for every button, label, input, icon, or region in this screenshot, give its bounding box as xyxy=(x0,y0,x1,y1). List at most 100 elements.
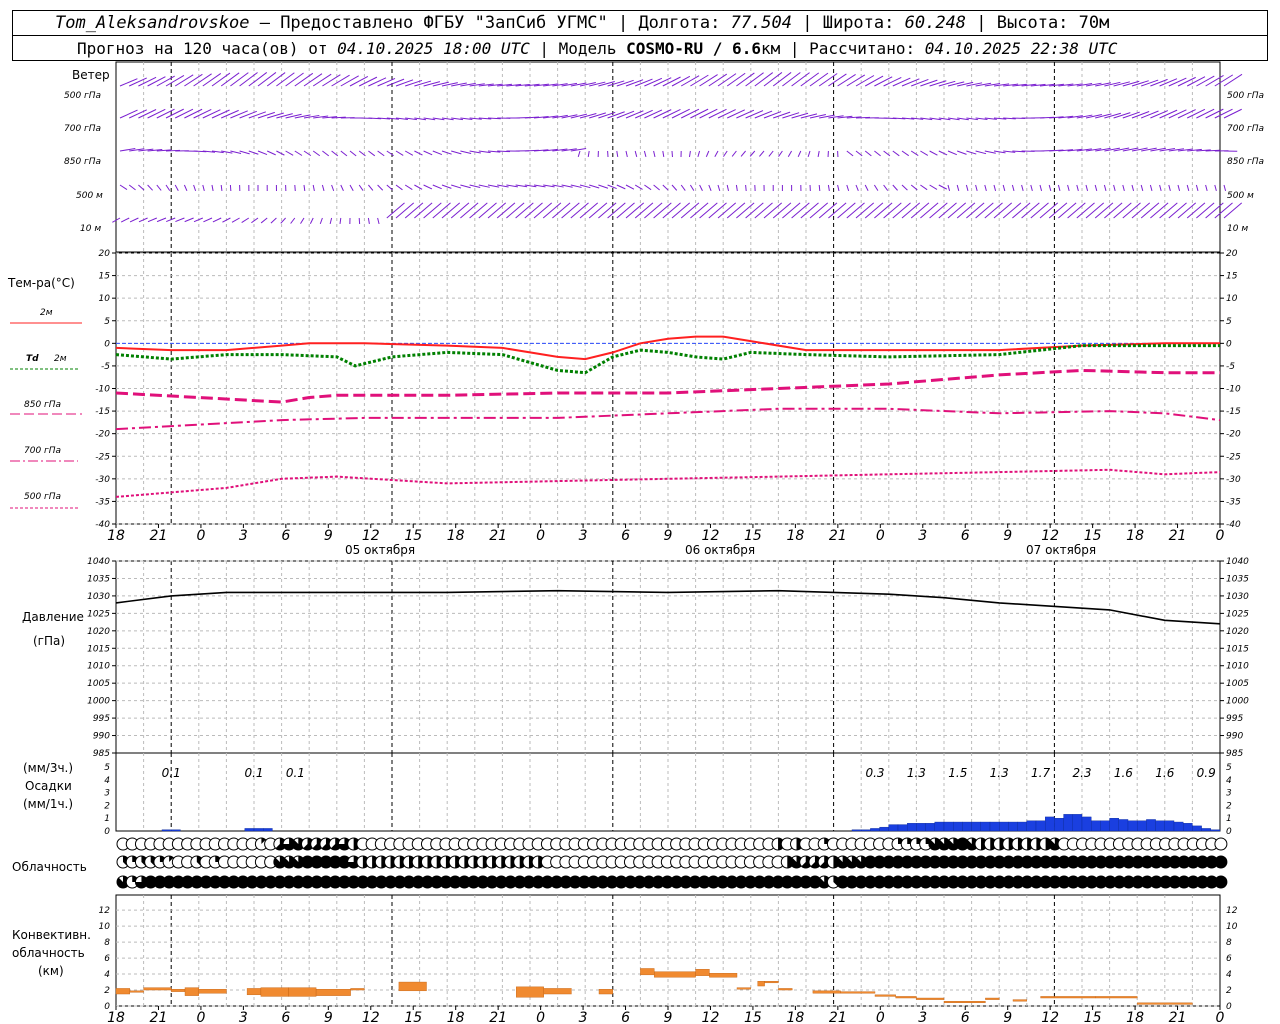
cloud-symbol xyxy=(1214,855,1228,869)
wind-barb xyxy=(920,202,939,219)
wind-barb xyxy=(1085,184,1089,192)
wind-barb xyxy=(680,184,686,191)
wind-barb xyxy=(1085,202,1105,219)
temp-ytick-label-left: -25 xyxy=(95,452,110,462)
wind-barb xyxy=(993,184,997,192)
wind-barb xyxy=(1223,73,1243,87)
wind-barb xyxy=(1196,202,1215,219)
convective-bar xyxy=(315,989,351,996)
pressure-ytick-label-left: 1010 xyxy=(87,662,110,672)
wind-barb xyxy=(634,184,643,190)
pressure-ytick-label-right: 1035 xyxy=(1226,574,1249,584)
wind-barb xyxy=(837,202,856,219)
wind-barb xyxy=(717,202,737,219)
convective-bar xyxy=(757,981,765,987)
convective-bar xyxy=(516,986,545,998)
pressure-ytick-label-left: 1000 xyxy=(87,697,110,707)
wind-barb xyxy=(266,150,276,156)
wind-barb xyxy=(1186,108,1206,119)
wind-barb xyxy=(542,202,562,219)
temp-ytick-label-right: -40 xyxy=(1226,520,1241,530)
wind-level-1: 500 гПа xyxy=(64,91,101,101)
wind-barb xyxy=(598,184,609,189)
wind-barb xyxy=(1140,184,1144,192)
precip-bar xyxy=(1155,820,1165,832)
wind-barb xyxy=(688,150,691,158)
temp-ytick-label-right: 10 xyxy=(1226,294,1238,304)
precip-bar xyxy=(925,823,935,832)
wind-barb xyxy=(763,72,783,87)
legend-700-label: 700 гПа xyxy=(24,446,61,456)
pressure-ytick-label-left: 1020 xyxy=(87,627,110,637)
wind-barb xyxy=(873,184,879,191)
wind-barb xyxy=(1012,202,1031,219)
wind-barb xyxy=(260,217,268,224)
wind-barb xyxy=(322,150,330,157)
temperature-plot: 20 20 15 15 10 10 5 5 0 0 -5 -5 -10 -10 -15 -15 -20 -20 -2… xyxy=(95,249,1241,530)
wind-barb xyxy=(901,202,921,219)
precip-bar xyxy=(971,821,981,832)
precip-bar xyxy=(1017,821,1027,832)
wind-barb xyxy=(1122,184,1125,192)
precip-bar xyxy=(1090,820,1101,832)
wind-barb xyxy=(321,184,325,192)
x-tick-label-bottom: 18 xyxy=(447,1010,465,1024)
wind-barb xyxy=(901,150,910,157)
wind-barb xyxy=(717,73,737,87)
wind-barb xyxy=(487,202,507,219)
x-tick-label: 12 xyxy=(702,528,720,544)
wind-barb xyxy=(947,184,951,192)
precip-bar xyxy=(161,829,172,832)
wind-barb xyxy=(708,184,712,192)
wind-barb xyxy=(1177,76,1196,87)
temp-ytick-label-right: -20 xyxy=(1226,430,1241,440)
wind-barb xyxy=(680,75,700,87)
x-tick-label: 18 xyxy=(1126,528,1144,544)
temp-ytick-label-left: 20 xyxy=(99,249,111,259)
wind-barb xyxy=(386,78,405,87)
precip-bar xyxy=(1127,820,1138,832)
wind-barb xyxy=(285,72,304,87)
precip-bar xyxy=(1109,818,1119,832)
wind-barb xyxy=(607,111,625,119)
wind-barb xyxy=(165,74,185,87)
pressure-ytick-label-left: 1030 xyxy=(87,592,110,602)
wind-barb xyxy=(331,74,350,87)
wind-barb xyxy=(193,73,212,87)
x-tick-label: 18 xyxy=(786,528,804,544)
wind-barb xyxy=(1104,202,1123,219)
pressure-unit: (гПа) xyxy=(33,634,65,648)
pressure-ytick-label-left: 1015 xyxy=(87,644,110,654)
wind-barb xyxy=(340,75,359,87)
wind-barb xyxy=(1186,184,1190,192)
precip-bar xyxy=(962,821,972,832)
temp-ytick-label-right: 20 xyxy=(1226,249,1238,259)
wind-barb xyxy=(1048,184,1052,192)
wind-barb xyxy=(1205,108,1224,119)
wind-barb xyxy=(1140,202,1160,219)
wind-barb xyxy=(1113,184,1116,192)
x-tick-label-bottom: 18 xyxy=(107,1010,125,1024)
wind-barb xyxy=(956,184,960,192)
wind-barb xyxy=(966,202,985,219)
precip-bar xyxy=(1146,819,1156,832)
wind-barb xyxy=(202,184,205,192)
temp-ytick-label-left: -20 xyxy=(95,430,110,440)
x-tick-label: 6 xyxy=(961,528,970,544)
wind-barb xyxy=(395,79,414,87)
wind-barb xyxy=(184,217,194,223)
wind-barb xyxy=(1168,77,1187,87)
wind-barb xyxy=(248,111,266,119)
cloud-symbol-fill xyxy=(1214,876,1227,888)
wind-barb xyxy=(705,150,710,158)
wind-barb xyxy=(671,202,691,219)
x-tick-label-bottom: 6 xyxy=(961,1010,970,1024)
wind-barb xyxy=(625,150,628,158)
wind-barb xyxy=(671,75,691,87)
x-tick-label: 15 xyxy=(744,528,762,544)
precip-bar xyxy=(907,823,917,832)
wind-barb xyxy=(717,109,736,119)
cloud-title: Облачность xyxy=(12,860,87,874)
wind-barb xyxy=(165,108,184,119)
precip-bar xyxy=(1164,820,1175,832)
